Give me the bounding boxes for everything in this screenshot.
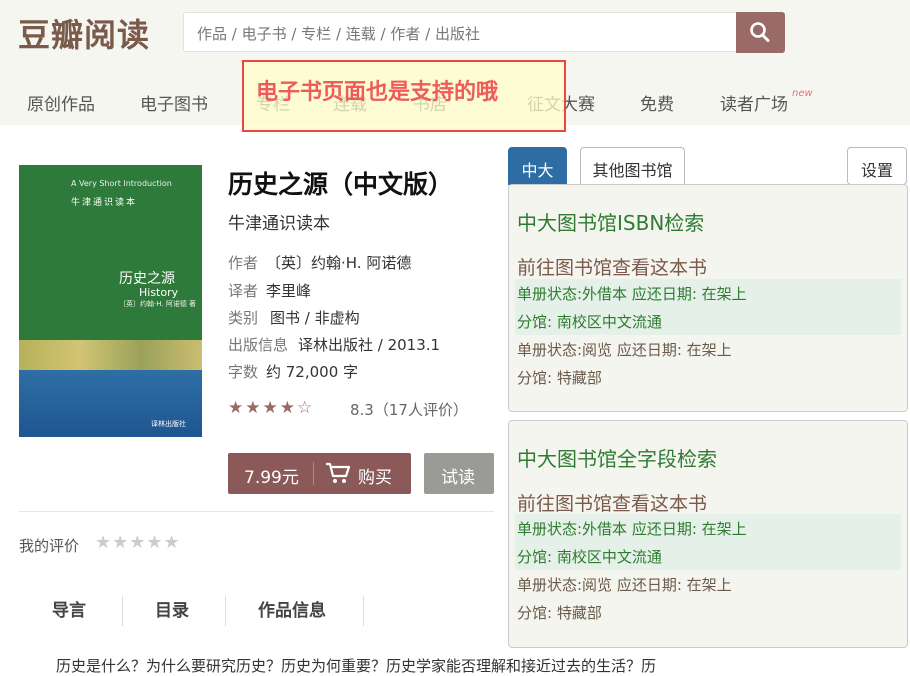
buy-label: 购买 xyxy=(358,468,392,488)
meta-label-author: 作者 xyxy=(228,254,259,272)
tab-intro[interactable]: 导言 xyxy=(52,596,86,621)
cover-title-en: History xyxy=(139,286,179,299)
nav-item-readers-plaza[interactable]: 读者广场 xyxy=(720,90,788,115)
search-placeholder: 作品 / 电子书 / 专栏 / 连载 / 作者 / 出版社 xyxy=(197,25,480,43)
settings-button[interactable]: 设置 xyxy=(847,147,907,185)
tab-library-zhongda-label: 中大 xyxy=(521,161,554,180)
search-input[interactable]: 作品 / 电子书 / 专栏 / 连载 / 作者 / 出版社 xyxy=(183,12,736,52)
book-subtitle[interactable]: 牛津通识读本 xyxy=(228,209,330,234)
cover-author: 〔英〕约翰·H. 阿诺德 著 xyxy=(119,300,197,308)
library-panel-fulltext: 中大图书馆全字段检索 前往图书馆查看这本书 单册状态:外借本 应还日期: 在架上… xyxy=(508,420,908,648)
search-button[interactable] xyxy=(736,12,785,53)
tab-library-zhongda[interactable]: 中大 xyxy=(508,147,567,185)
panel-heading[interactable]: 中大图书馆ISBN检索 xyxy=(517,207,704,236)
content-tabs: 导言 目录 作品信息 xyxy=(19,596,364,626)
holding-status: 单册状态:外借本 应还日期: 在架上 xyxy=(515,279,901,307)
panel-heading[interactable]: 中大图书馆全字段检索 xyxy=(517,443,717,472)
holding-branch: 分馆: 南校区中文流通 xyxy=(515,542,901,570)
search-icon xyxy=(750,22,770,42)
book-title: 历史之源（中文版） xyxy=(228,170,454,199)
my-rating-stars[interactable]: ★★★★★ xyxy=(95,532,181,553)
settings-label: 设置 xyxy=(860,161,893,180)
nav-item-original[interactable]: 原创作品 xyxy=(27,90,95,115)
buy-button[interactable]: 7.99元 购买 xyxy=(228,453,411,494)
cover-title: 历史之源 xyxy=(119,271,175,287)
annotation-callout: 电子书页面也是支持的哦 xyxy=(242,60,566,132)
holding-status: 单册状态:阅览 应还日期: 在架上 xyxy=(517,341,732,359)
library-link[interactable]: 前往图书馆查看这本书 xyxy=(517,253,707,280)
try-read-button[interactable]: 试读 xyxy=(424,453,494,494)
meta-category[interactable]: 图书 / 非虚构 xyxy=(270,307,360,328)
meta-author[interactable]: 〔英〕约翰·H. 阿诺德 xyxy=(266,252,411,273)
meta-label-wordcount: 字数 xyxy=(228,363,259,381)
meta-wordcount: 约 72,000 字 xyxy=(266,363,359,381)
rating-stars: ★★★★☆ xyxy=(228,398,315,418)
divider xyxy=(19,511,494,512)
site-logo[interactable]: 豆瓣阅读 xyxy=(18,10,150,56)
holding-branch: 分馆: 南校区中文流通 xyxy=(515,307,901,335)
holding-status: 单册状态:外借本 应还日期: 在架上 xyxy=(515,514,901,542)
cover-series-cn: 牛津通识读本 xyxy=(71,198,138,208)
tab-work-info[interactable]: 作品信息 xyxy=(258,596,326,621)
meta-label-publish: 出版信息 xyxy=(228,336,289,354)
try-read-label: 试读 xyxy=(441,468,475,488)
meta-label-translator: 译者 xyxy=(228,282,259,300)
nav-item-ebooks[interactable]: 电子图书 xyxy=(140,90,208,115)
meta-translator[interactable]: 李里峰 xyxy=(266,280,311,301)
intro-text: 历史是什么？为什么要研究历史？历史为何重要？历史学家能否理解和接近过去的生活？历 xyxy=(56,657,657,675)
tab-other-libraries[interactable]: 其他图书馆 xyxy=(580,147,685,185)
nav-item-free[interactable]: 免费 xyxy=(640,90,674,115)
rating-text[interactable]: 8.3（17人评价） xyxy=(350,399,468,420)
meta-label-category: 类别 xyxy=(228,309,259,327)
cover-series-en: A Very Short Introduction xyxy=(71,179,172,188)
new-badge: new xyxy=(792,88,813,99)
cover-publisher: 译林出版社 xyxy=(151,420,186,428)
library-panel-isbn: 中大图书馆ISBN检索 前往图书馆查看这本书 单册状态:外借本 应还日期: 在架… xyxy=(508,184,908,412)
meta-publish[interactable]: 译林出版社 / 2013.1 xyxy=(298,334,440,355)
my-rating-label: 我的评价 xyxy=(19,537,80,555)
holding-branch: 分馆: 特藏部 xyxy=(517,604,602,622)
tab-toc[interactable]: 目录 xyxy=(155,596,189,621)
tab-other-libraries-label: 其他图书馆 xyxy=(592,161,673,180)
annotation-text: 电子书页面也是支持的哦 xyxy=(256,80,499,105)
holding-status: 单册状态:阅览 应还日期: 在架上 xyxy=(517,576,732,594)
library-link[interactable]: 前往图书馆查看这本书 xyxy=(517,489,707,516)
cart-icon xyxy=(326,462,351,483)
price: 7.99元 xyxy=(244,468,299,488)
book-cover[interactable]: A Very Short Introduction 牛津通识读本 历史之源 Hi… xyxy=(19,165,202,437)
holding-branch: 分馆: 特藏部 xyxy=(517,369,602,387)
